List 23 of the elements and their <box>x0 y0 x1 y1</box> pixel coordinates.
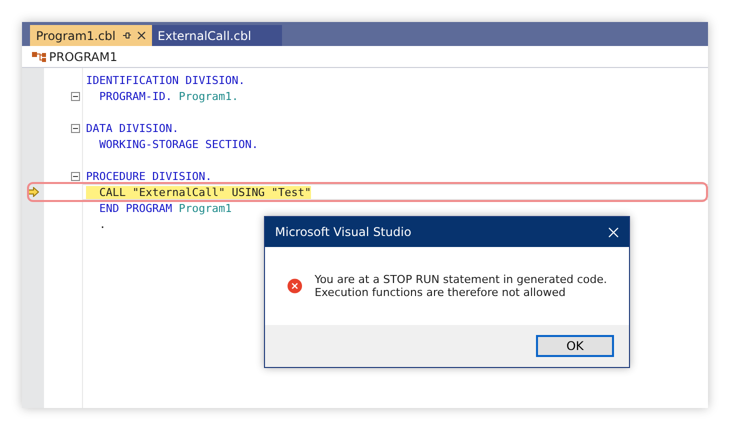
code-text: Program1. <box>178 90 238 102</box>
dialog-message: You are at a STOP RUN statement in generated code. <box>314 273 607 286</box>
dialog-message: Execution functions are therefore not allowed <box>314 286 567 299</box>
file-tab[interactable]: Program1.cbl <box>30 25 152 46</box>
code-text: IDENTIFICATION DIVISION. <box>86 74 245 86</box>
collapse-icon[interactable] <box>71 92 80 100</box>
code-text: CALL "ExternalCall" USING "Test" <box>86 186 312 198</box>
collapse-icon[interactable] <box>71 172 80 180</box>
pin-icon[interactable] <box>122 31 131 40</box>
code-text: PROCEDURE DIVISION. <box>86 170 212 182</box>
dialog-title: Microsoft Visual Studio <box>275 225 412 239</box>
collapse-icon[interactable] <box>71 124 80 132</box>
code-text: END PROGRAM <box>98 202 174 214</box>
file-tab[interactable]: ExternalCall.cbl <box>152 25 282 46</box>
hierarchy-icon <box>32 50 46 62</box>
close-icon[interactable] <box>136 31 146 40</box>
code-text: PROGRAM-ID. <box>98 90 174 102</box>
code-text: WORKING-STORAGE SECTION. <box>98 138 258 150</box>
code-text: DATA DIVISION. <box>86 122 179 134</box>
code-text: Program1 <box>178 202 232 214</box>
code-text: . <box>98 218 106 230</box>
breadcrumb-label[interactable]: PROGRAM1 <box>49 50 118 64</box>
ok-button[interactable]: OK <box>536 335 614 357</box>
